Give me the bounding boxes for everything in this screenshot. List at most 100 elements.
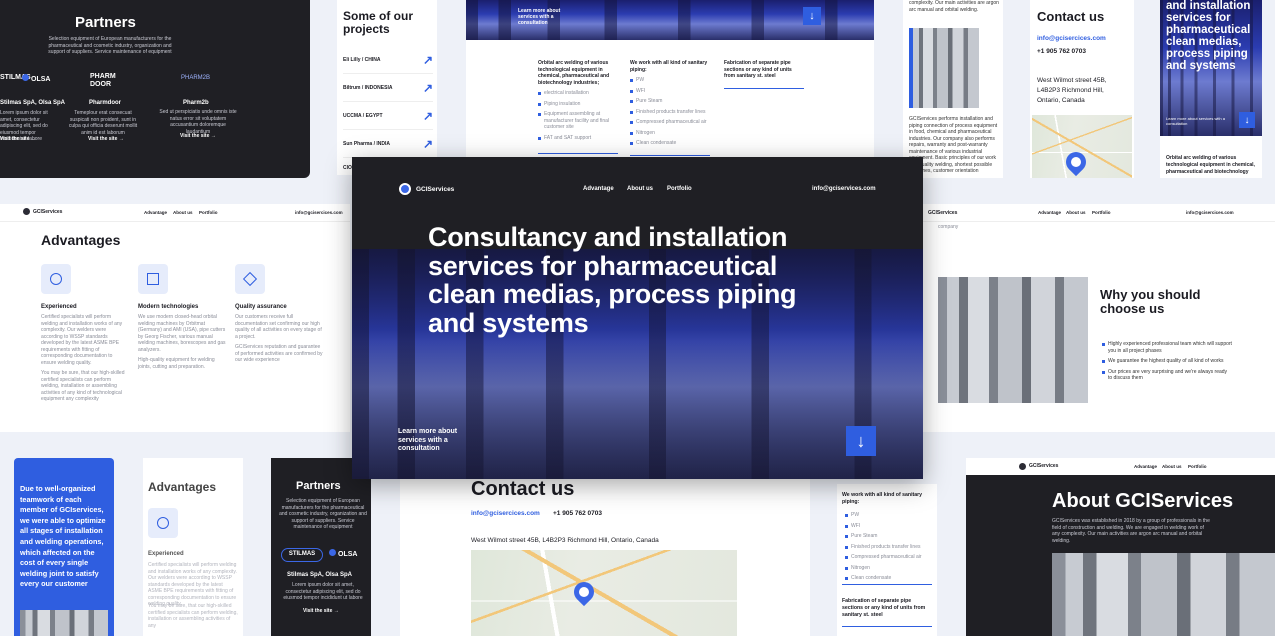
scroll-down-button-small[interactable]: ↓ <box>803 7 821 25</box>
main-nav-email[interactable]: info@gciservices.com <box>812 186 876 192</box>
nav-portfolio[interactable]: Portfolio <box>1092 210 1111 215</box>
advantage-title: Quality assurance <box>235 304 287 310</box>
visit-site-link-3[interactable]: Visit the site → <box>180 133 216 139</box>
partner-logo-olsa: OLSA <box>22 74 50 83</box>
service-item: Pure Steam <box>630 98 710 105</box>
advantage-mobile-item-title: Experienced <box>148 551 184 557</box>
mobile-hero-cta[interactable]: Learn more about services with a consult… <box>1166 116 1226 126</box>
mobile-hero-under: Orbital arc welding of various technolog… <box>1166 155 1255 175</box>
why-navbar: GCIServices Advantage About us Portfolio… <box>920 204 1275 222</box>
main-brand-name[interactable]: GCIServices <box>416 186 454 193</box>
hero-cta-small[interactable]: Learn more about services with a consult… <box>518 8 568 26</box>
main-nav-advantage[interactable]: Advantage <box>583 186 614 192</box>
projects-title: Some of our projects <box>343 9 414 36</box>
sanitary-item: WFI <box>845 523 933 530</box>
about-snippet-card: complexity. Our main activities are argo… <box>903 0 1003 178</box>
about-text: GCIServices was established in 2018 by a… <box>1052 518 1210 544</box>
visit-site-link-1[interactable]: Visit the site → <box>0 136 36 142</box>
contact-email[interactable]: info@gcisercices.com <box>1037 35 1106 42</box>
partners-subtitle: Selection equipment of European manufact… <box>48 36 172 55</box>
scroll-down-button-mobile[interactable]: ↓ <box>1239 112 1255 128</box>
nav-email[interactable]: info@gcisercices.com <box>1186 210 1234 215</box>
nav-advantage[interactable]: Advantage <box>144 210 167 215</box>
visit-site-label: Visit the site <box>180 133 210 139</box>
sanitary-underline <box>842 584 932 585</box>
advantage-mobile-item-desc: Certified specialists will perform weldi… <box>148 562 237 607</box>
service-item: Compressed pharmaceutical air <box>630 119 710 126</box>
nav-email[interactable]: info@gcisercices.com <box>295 210 343 215</box>
arrow-ne-icon: ↗ <box>422 136 433 151</box>
why-top: company <box>938 224 959 230</box>
partners-title: Partners <box>75 14 136 31</box>
teamwork-photo <box>20 610 108 636</box>
brand-name[interactable]: GCIServices <box>1029 463 1058 469</box>
service-col-title: Orbital arc welding of various technolog… <box>538 60 610 86</box>
contact-desktop-title: Contact us <box>471 478 575 500</box>
brand-logo-icon <box>1018 462 1027 471</box>
partners-desktop-card: Partners Selection equipment of European… <box>0 0 310 178</box>
partner-desc-3: Sed ut perspiciatis unde omnis iste natu… <box>159 109 237 135</box>
main-nav-portfolio[interactable]: Portfolio <box>667 186 692 192</box>
sanitary-mobile-card: We work with all kind of sanitary piping… <box>837 484 937 636</box>
partners-mobile-subtitle: Selection equipment of European manufact… <box>279 498 367 530</box>
service-item: Piping insulation <box>538 101 618 108</box>
project-item[interactable]: Sun Pharma / INDIA ↗ <box>343 130 433 158</box>
teamwork-text: Due to well-organized teamwork of each m… <box>20 484 106 589</box>
sanitary-fab: Fabrication of separate pipe sections or… <box>842 598 926 618</box>
brand-name[interactable]: GCIServices <box>928 210 957 216</box>
project-item[interactable]: Eli Lilly / CHINA ↗ <box>343 46 433 74</box>
col-underline <box>724 87 804 89</box>
arrow-down-icon: ↓ <box>809 10 815 22</box>
project-name: Sun Pharma / INDIA <box>343 140 390 147</box>
mobile-hero-title: and installation services for pharmaceut… <box>1166 0 1251 72</box>
arrow-right-icon: → <box>118 136 124 142</box>
sanitary-item: Pure Steam <box>845 533 933 540</box>
nav-about[interactable]: About us <box>173 210 193 215</box>
visit-site-link-2[interactable]: Visit the site → <box>88 136 124 142</box>
contact-desktop-phone[interactable]: +1 905 762 0703 <box>553 510 602 517</box>
target-icon <box>41 264 71 294</box>
sanitary-item: Finished products transfer lines <box>845 544 933 551</box>
main-hero-cta[interactable]: Learn more about services with a consult… <box>398 428 468 454</box>
contact-phone[interactable]: +1 905 762 0703 <box>1037 48 1086 55</box>
partner-mobile-desc: Lorem ipsum dolor sit amet, consectetur … <box>283 582 363 601</box>
service-item: Clean condensate <box>630 140 710 147</box>
service-col-title: Fabrication of separate pipe sections or… <box>724 60 792 79</box>
service-item: electrical installation <box>538 90 618 97</box>
sanitary-underline-2 <box>842 626 932 627</box>
brand-name[interactable]: GCIServices <box>33 209 62 215</box>
contact-mobile-card: Contact us info@gcisercices.com +1 905 7… <box>1030 0 1134 178</box>
contact-desktop-address: West Wilmot street 45B, L4B2P3 Richmond … <box>471 537 659 544</box>
scroll-down-button[interactable]: ↓ <box>846 426 876 456</box>
project-name: UCCMA / EGYPT <box>343 112 383 119</box>
arrow-down-icon: ↓ <box>856 430 866 451</box>
nav-advantage[interactable]: Advantage <box>1134 464 1157 469</box>
project-item[interactable]: UCCMA / EGYPT ↗ <box>343 102 433 130</box>
olsa-label: OLSA <box>31 76 51 83</box>
services-card: Learn more about services with a consult… <box>466 0 874 175</box>
why-title: Why you should choose us <box>1100 287 1201 316</box>
visit-site-label: Visit the site <box>88 136 118 142</box>
nav-portfolio[interactable]: Portfolio <box>199 210 218 215</box>
contact-desktop-card: Contact us info@gcisercices.com +1 905 7… <box>400 462 810 636</box>
contact-map[interactable] <box>471 550 737 636</box>
visit-site-link-mobile[interactable]: Visit the site → <box>303 608 339 614</box>
arrow-ne-icon: ↗ <box>422 52 433 67</box>
service-item: Nitrogen <box>630 130 710 137</box>
project-item[interactable]: Biltrum / INDONESIA ↗ <box>343 74 433 102</box>
advantages-desktop-card: GCIServices Advantage About us Portfolio… <box>0 204 350 432</box>
nav-portfolio[interactable]: Portfolio <box>1188 464 1207 469</box>
brand-logo-icon <box>399 183 411 195</box>
advantages-mobile-card: Advantages Experienced Certified special… <box>143 458 243 636</box>
contact-desktop-email[interactable]: info@gcisercices.com <box>471 510 540 517</box>
equipment-photo <box>909 28 979 108</box>
service-col-2: We work with all kind of sanitary piping… <box>630 60 710 156</box>
nav-about[interactable]: About us <box>1162 464 1182 469</box>
advantage-desc: We use modern closed-head orbital weldin… <box>138 314 226 353</box>
nav-advantage[interactable]: Advantage <box>1038 210 1061 215</box>
main-nav-about[interactable]: About us <box>627 186 653 192</box>
advantage-title: Modern technologies <box>138 304 199 310</box>
nav-about[interactable]: About us <box>1066 210 1086 215</box>
sanitary-item: Compressed pharmaceutical air <box>845 554 933 561</box>
partner-logo-pharmdoor: PHARM DOOR <box>90 73 116 88</box>
